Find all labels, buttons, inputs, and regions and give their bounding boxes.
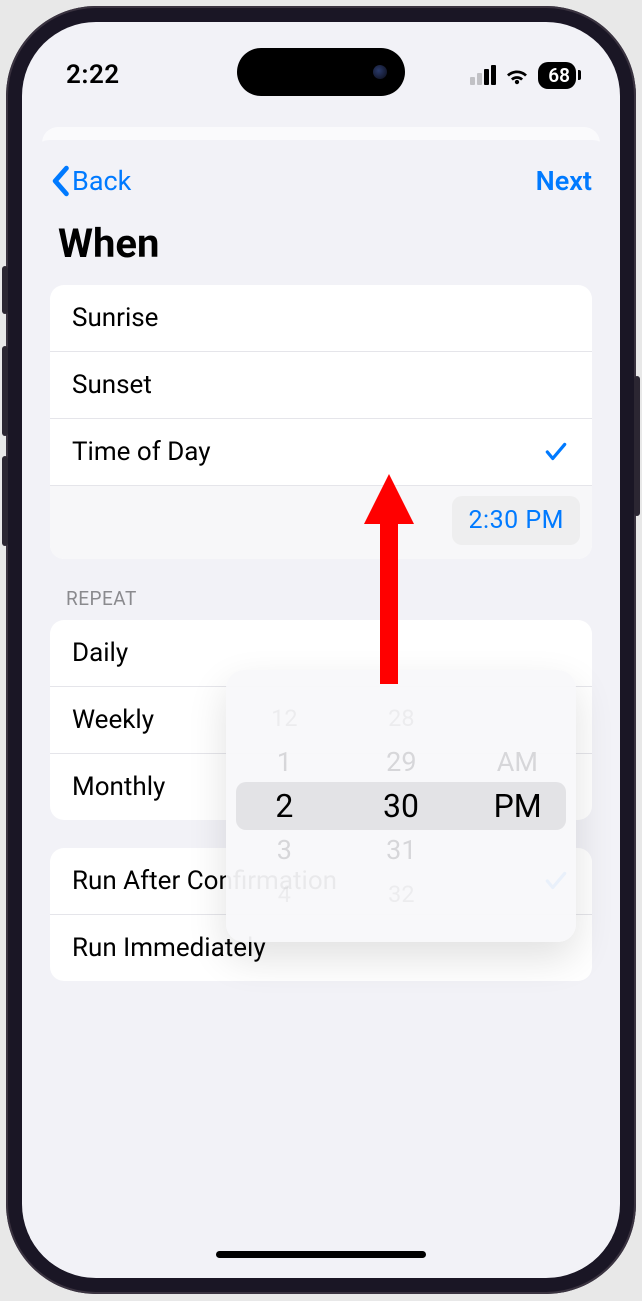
wifi-icon — [504, 65, 530, 85]
time-row: 2:30 PM — [50, 486, 592, 559]
option-time-of-day-label: Time of Day — [72, 437, 211, 467]
option-sunrise-label: Sunrise — [72, 303, 158, 333]
option-weekly-label: Weekly — [72, 705, 154, 735]
time-picker-popover[interactable]: 12 1 2 3 4 28 29 30 31 32 AM PM — [226, 670, 576, 942]
option-sunset-label: Sunset — [72, 370, 152, 400]
home-indicator[interactable] — [216, 1251, 426, 1258]
option-time-of-day[interactable]: Time of Day — [50, 419, 592, 486]
nav-bar: Back Next — [30, 140, 612, 204]
picker-ampm-column[interactable]: AM PM — [459, 670, 576, 942]
option-sunset[interactable]: Sunset — [50, 352, 592, 419]
volume-up-button — [2, 346, 8, 436]
modal-sheet: Back Next When Sunrise Sunset Time of Da… — [30, 140, 612, 1270]
status-icons: 68 — [470, 62, 576, 89]
back-label: Back — [72, 165, 131, 197]
next-button[interactable]: Next — [536, 165, 592, 197]
checkmark-icon — [542, 439, 570, 465]
option-daily-label: Daily — [72, 638, 128, 668]
repeat-header: REPEAT — [30, 587, 612, 620]
back-button[interactable]: Back — [50, 165, 131, 197]
phone-frame: 2:22 68 Back Next When Sunrise — [6, 6, 636, 1294]
chevron-left-icon — [50, 165, 70, 197]
time-value-button[interactable]: 2:30 PM — [452, 496, 580, 545]
mute-switch — [2, 266, 8, 314]
power-button — [634, 376, 640, 516]
when-group: Sunrise Sunset Time of Day 2:30 PM — [50, 285, 592, 559]
picker-hour-column[interactable]: 12 1 2 3 4 — [226, 670, 343, 942]
volume-down-button — [2, 456, 8, 546]
screen: 2:22 68 Back Next When Sunrise — [22, 22, 620, 1278]
option-monthly-label: Monthly — [72, 772, 165, 802]
option-sunrise[interactable]: Sunrise — [50, 285, 592, 352]
picker-minute-column[interactable]: 28 29 30 31 32 — [343, 670, 460, 942]
dynamic-island — [237, 48, 405, 96]
status-time: 2:22 — [66, 60, 120, 90]
cellular-icon — [470, 65, 496, 85]
page-title: When — [30, 204, 612, 285]
battery-icon: 68 — [538, 62, 576, 89]
